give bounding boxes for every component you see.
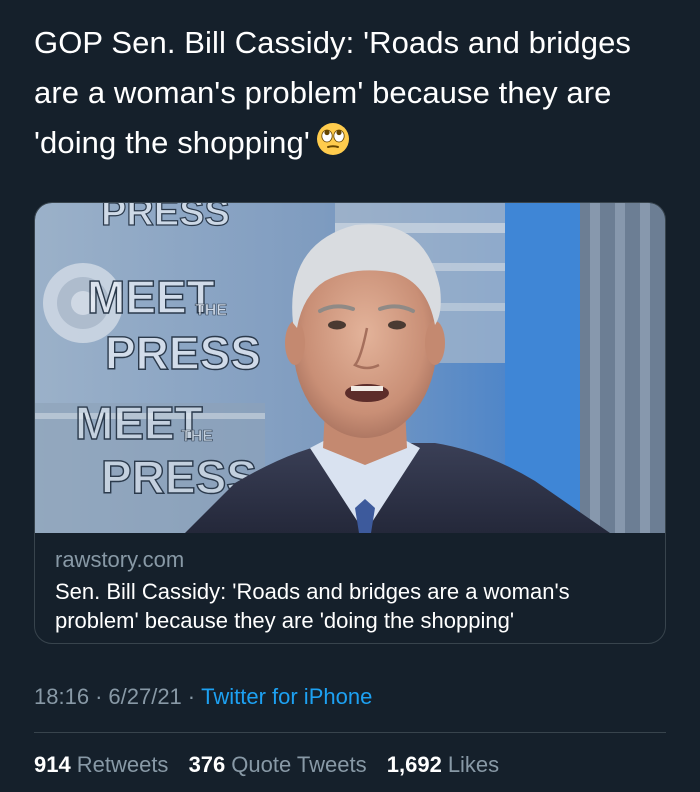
link-card[interactable]: PRESS MEET THE PRESS MEET THE PRESS raws…	[34, 202, 666, 644]
retweets-label: Retweets	[76, 752, 169, 777]
card-image: PRESS MEET THE PRESS MEET THE PRESS	[35, 203, 665, 533]
quote-tweets-label: Quote Tweets	[231, 752, 367, 777]
image-text-the-2: THE	[181, 428, 213, 445]
tweet-time: 18:16	[34, 684, 90, 709]
tweet-date: 6/27/21	[108, 684, 182, 709]
tweet-text: GOP Sen. Bill Cassidy: 'Roads and bridge…	[34, 18, 674, 171]
image-text-top-press: PRESS	[101, 203, 230, 234]
image-text-the: THE	[195, 302, 227, 319]
likes-stat[interactable]: 1,692 Likes	[387, 752, 499, 777]
tweet-source-link[interactable]: Twitter for iPhone	[201, 684, 372, 709]
card-title: Sen. Bill Cassidy: 'Roads and bridges ar…	[55, 579, 570, 633]
quote-tweets-count: 376	[188, 752, 226, 777]
likes-label: Likes	[447, 752, 500, 777]
tweet-meta: 18:16 · 6/27/21 · Twitter for iPhone	[34, 684, 372, 710]
image-text-press: PRESS	[105, 327, 261, 379]
card-domain: rawstory.com	[55, 547, 185, 572]
meta-separator: ·	[95, 684, 103, 709]
retweets-count: 914	[34, 752, 71, 777]
likes-count: 1,692	[386, 752, 442, 777]
quote-tweets-stat[interactable]: 376 Quote Tweets	[189, 752, 367, 777]
meta-separator-2: ·	[187, 684, 196, 709]
tweet-stats: 914 Retweets 376 Quote Tweets 1,692 Likes	[34, 752, 513, 778]
retweets-stat[interactable]: 914 Retweets	[34, 752, 168, 777]
divider	[34, 732, 666, 733]
face-with-rolling-eyes-icon	[316, 121, 350, 171]
